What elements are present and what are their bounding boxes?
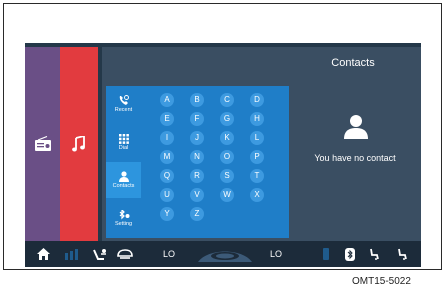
- key-q[interactable]: Q: [160, 169, 174, 183]
- seat-heat-icon[interactable]: [319, 247, 333, 261]
- figure-caption: OMT15-5022: [352, 276, 411, 287]
- radio-icon: [34, 136, 51, 151]
- key-n[interactable]: N: [190, 150, 204, 164]
- key-r[interactable]: R: [190, 169, 204, 183]
- phone-tabs: Recent Dial Contacts Setting: [106, 86, 141, 238]
- key-y[interactable]: Y: [160, 207, 174, 221]
- key-g[interactable]: G: [220, 112, 234, 126]
- key-a[interactable]: A: [160, 93, 174, 107]
- no-contact-message: You have no contact: [314, 153, 396, 163]
- key-x[interactable]: X: [250, 188, 264, 202]
- key-p[interactable]: P: [250, 150, 264, 164]
- key-k[interactable]: K: [220, 131, 234, 145]
- contacts-icon: [118, 171, 129, 182]
- key-f[interactable]: F: [190, 112, 204, 126]
- bluetooth-setting-icon: [119, 209, 129, 219]
- tab-dial-label: Dial: [118, 144, 129, 151]
- seat-airflow-icon[interactable]: [91, 247, 109, 261]
- key-l[interactable]: L: [250, 131, 264, 145]
- key-v[interactable]: V: [190, 188, 204, 202]
- status-bar: LO LO: [25, 241, 421, 267]
- seat-heater-left-icon[interactable]: [367, 247, 381, 261]
- tab-recent-label: Recent: [114, 107, 133, 113]
- key-w[interactable]: W: [220, 188, 234, 202]
- tab-recent[interactable]: Recent: [106, 86, 141, 122]
- tab-contacts-label: Contacts: [112, 183, 135, 189]
- key-u[interactable]: U: [160, 188, 174, 202]
- tab-dial[interactable]: Dial: [106, 124, 141, 160]
- key-t[interactable]: T: [250, 169, 264, 183]
- music-note-icon: [72, 136, 85, 152]
- home-icon[interactable]: [35, 247, 51, 261]
- bluetooth-icon[interactable]: [343, 247, 357, 261]
- right-temperature[interactable]: LO: [268, 247, 284, 261]
- key-m[interactable]: M: [160, 150, 174, 164]
- key-o[interactable]: O: [220, 150, 234, 164]
- phone-recent-icon: [119, 95, 129, 105]
- key-i[interactable]: I: [160, 131, 174, 145]
- key-c[interactable]: C: [220, 93, 234, 107]
- seat-heater-right-icon[interactable]: [395, 247, 409, 261]
- tab-contacts[interactable]: Contacts: [106, 162, 141, 198]
- key-h[interactable]: H: [250, 112, 264, 126]
- contacts-title: Contacts: [331, 57, 375, 69]
- key-s[interactable]: S: [220, 169, 234, 183]
- tab-setting-label: Setting: [114, 220, 133, 227]
- tab-setting[interactable]: Setting: [106, 200, 141, 236]
- music-tab[interactable]: [60, 47, 98, 241]
- recirculation-icon[interactable]: [115, 247, 135, 261]
- fan-icon[interactable]: [63, 247, 81, 261]
- alphabet-keypad: A B C D E F G H I J K L M N O P Q R S T U V W X Y Z: [141, 86, 289, 238]
- person-icon: [344, 115, 368, 139]
- dialpad-icon: [118, 133, 129, 144]
- key-j[interactable]: J: [190, 131, 204, 145]
- key-e[interactable]: E: [160, 112, 174, 126]
- radio-tab[interactable]: [25, 47, 60, 241]
- key-b[interactable]: B: [190, 93, 204, 107]
- key-d[interactable]: D: [250, 93, 264, 107]
- key-z[interactable]: Z: [190, 207, 204, 221]
- climate-oval-icon[interactable]: [198, 246, 252, 262]
- left-temperature[interactable]: LO: [161, 247, 177, 261]
